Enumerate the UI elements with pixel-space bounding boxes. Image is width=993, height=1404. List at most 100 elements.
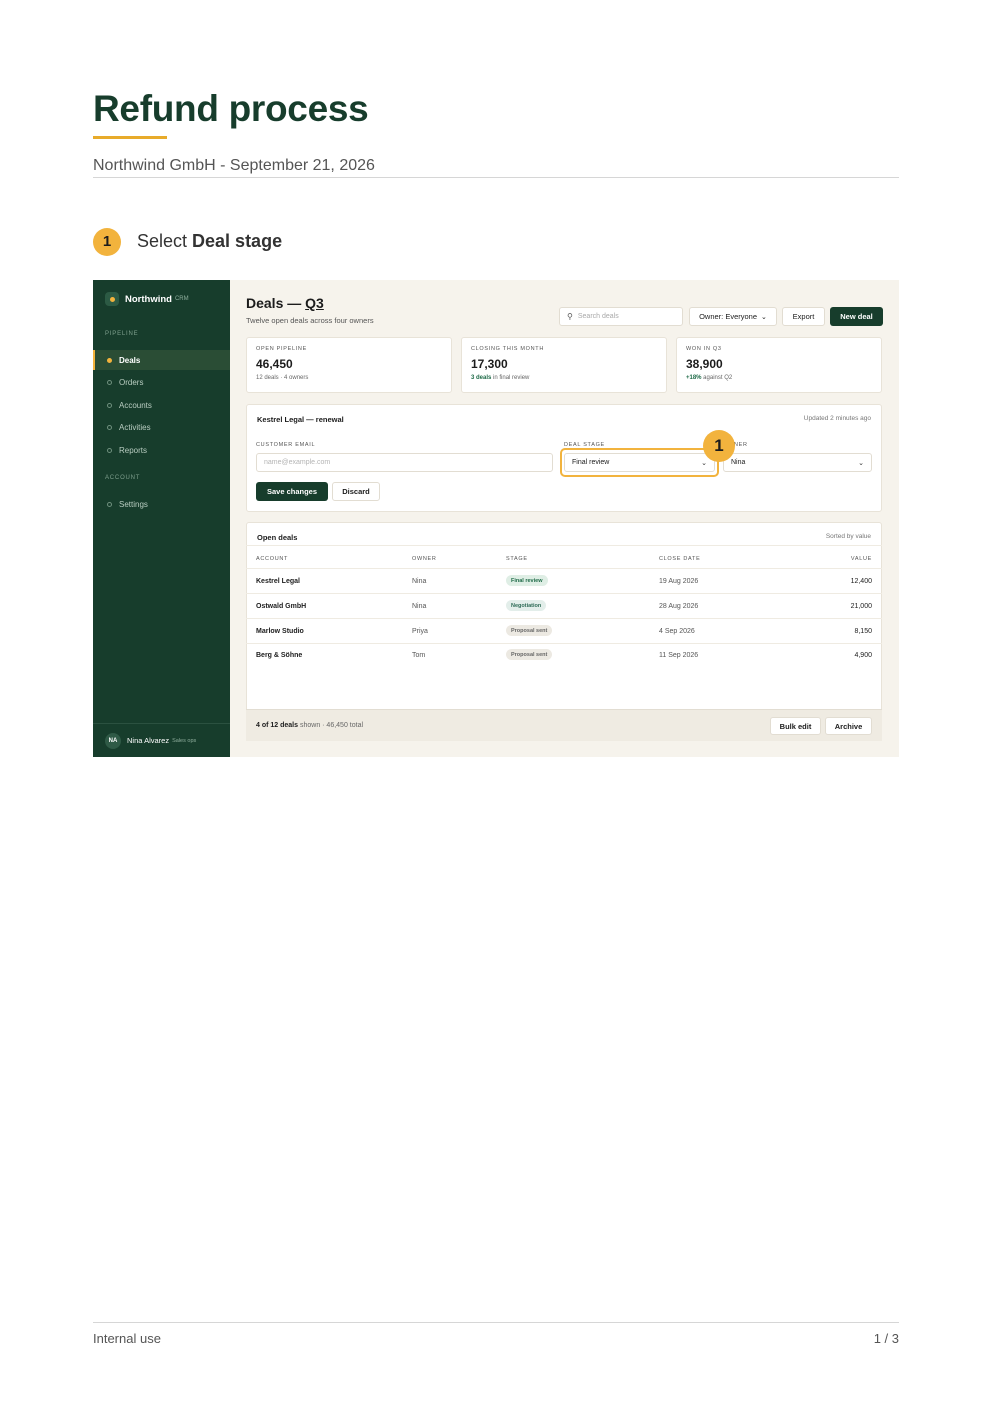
page-title-prefix: Deals — <box>246 295 306 311</box>
stat-note: 12 deals · 4 owners <box>256 375 309 381</box>
stat-label: WON IN Q3 <box>686 346 722 352</box>
table-divider <box>246 545 882 546</box>
sidebar-item-label: Orders <box>119 377 144 387</box>
cell-account: Ostwald GmbH <box>256 603 307 610</box>
subtitle-divider <box>93 177 899 178</box>
chevron-down-icon: ⌄ <box>858 460 864 467</box>
sidebar-item-accounts[interactable]: Accounts <box>93 395 230 415</box>
cell-owner: Nina <box>412 578 427 585</box>
export-button[interactable]: Export <box>782 307 825 326</box>
step-instruction-prefix: Select <box>137 231 193 251</box>
cell-account: Marlow Studio <box>256 628 304 635</box>
cell-owner: Nina <box>412 603 427 610</box>
step-number-badge: 1 <box>93 227 121 256</box>
customer-email-field[interactable]: name@example.com <box>256 453 553 472</box>
sidebar-section-account: ACCOUNT <box>105 475 141 481</box>
cell-value: 21,000 <box>850 603 872 610</box>
stage-badge: Final review <box>506 575 548 586</box>
search-input[interactable]: ⚲ Search deals <box>559 307 683 326</box>
stat-note: +18% against Q2 <box>686 375 872 381</box>
owner-select[interactable]: Nina ⌄ <box>723 453 872 472</box>
stat-won-in-q3: WON IN Q3 38,900 +18% against Q2 <box>676 337 882 393</box>
table-row[interactable]: Ostwald GmbH Nina Negotiation 28 Aug 202… <box>246 594 882 619</box>
save-changes-button[interactable]: Save changes <box>256 482 328 501</box>
stat-label: CLOSING THIS MONTH <box>471 346 545 352</box>
new-deal-button[interactable]: New deal <box>830 307 883 326</box>
avatar: NA <box>105 732 121 749</box>
sidebar: Northwind CRM PIPELINE Deals Orders Acco… <box>93 280 230 757</box>
nav-dot-icon <box>107 402 112 408</box>
cell-owner: Tom <box>412 652 426 659</box>
cell-account: Kestrel Legal <box>256 578 300 585</box>
nav-dot-icon <box>107 357 112 363</box>
document-title: Refund process <box>93 88 369 129</box>
archive-button[interactable]: Archive <box>825 717 872 735</box>
cell-close-date: 19 Aug 2026 <box>659 578 699 585</box>
brand-logo-icon <box>105 292 119 306</box>
stat-value: 38,900 <box>686 357 723 371</box>
table-row[interactable]: Kestrel Legal Nina Final review 19 Aug 2… <box>246 569 882 594</box>
stage-badge: Negotiation <box>506 600 547 611</box>
sidebar-item-orders[interactable]: Orders <box>93 372 230 392</box>
footer-divider <box>93 1322 899 1323</box>
page-number: 1 / 3 <box>873 1331 899 1346</box>
stat-value: 17,300 <box>471 357 508 371</box>
chevron-down-icon: ⌄ <box>761 313 767 321</box>
brand-tag: CRM <box>174 296 189 302</box>
brand: Northwind CRM <box>105 292 189 306</box>
page-title: Deals — Q3 <box>246 295 324 311</box>
owner-label: NER <box>734 442 748 448</box>
table-summary: 4 of 12 deals shown · 46,450 total <box>256 722 363 729</box>
step-instruction-target: Deal stage <box>192 231 283 251</box>
nav-dot-icon <box>107 447 112 453</box>
user-role: Sales ops <box>172 737 197 744</box>
stage-badge: Proposal sent <box>506 649 553 660</box>
sidebar-item-settings[interactable]: Settings <box>93 494 230 514</box>
sidebar-item-label: Deals <box>119 355 141 365</box>
footer-classification: Internal use <box>93 1331 161 1346</box>
nav-dot-icon <box>107 501 112 507</box>
step-marker: 1 <box>703 430 735 462</box>
table-row[interactable]: Berg & Söhne Tom Proposal sent 11 Sep 20… <box>246 643 882 668</box>
open-deals-title: Open deals <box>257 533 298 542</box>
discard-button[interactable]: Discard <box>332 482 380 501</box>
step-instruction: Select Deal stage <box>137 231 282 252</box>
title-underline <box>93 136 167 139</box>
sidebar-item-label: Reports <box>119 445 148 455</box>
nav-dot-icon <box>107 424 112 430</box>
sidebar-item-deals[interactable]: Deals <box>93 350 230 370</box>
deal-stage-highlight <box>560 448 719 477</box>
owner-filter-dropdown[interactable]: Owner: Everyone ⌄ <box>689 307 777 326</box>
page-title-period: Q3 <box>305 295 324 311</box>
user-profile[interactable]: NA Nina Alvarez Sales ops <box>93 723 230 757</box>
nav-dot-icon <box>107 379 112 385</box>
customer-email-label: CUSTOMER EMAIL <box>256 442 316 448</box>
cell-value: 8,150 <box>854 628 872 635</box>
stat-note-emphasis: 3 deals <box>471 375 492 381</box>
column-header-close-date[interactable]: CLOSE DATE <box>659 556 700 562</box>
sidebar-item-activities[interactable]: Activities <box>93 417 230 437</box>
column-header-stage[interactable]: STAGE <box>506 556 528 562</box>
sidebar-section-pipeline: PIPELINE <box>105 331 139 337</box>
stat-note-text: in final review <box>491 375 530 381</box>
stat-label: OPEN PIPELINE <box>256 346 307 352</box>
cell-value: 12,400 <box>850 578 872 585</box>
document-subtitle: Northwind GmbH - September 21, 2026 <box>93 157 375 174</box>
cell-value: 4,900 <box>854 652 872 659</box>
sidebar-item-reports[interactable]: Reports <box>93 440 230 460</box>
cell-close-date: 11 Sep 2026 <box>659 652 699 659</box>
column-header-value[interactable]: VALUE <box>851 556 872 562</box>
bulk-edit-button[interactable]: Bulk edit <box>770 717 821 735</box>
stat-note-text: against Q2 <box>701 375 733 381</box>
last-updated: Updated 2 minutes ago <box>803 415 871 422</box>
search-placeholder: Search deals <box>577 313 619 320</box>
brand-name: Northwind <box>125 293 172 305</box>
sidebar-item-label: Settings <box>119 499 148 509</box>
stat-note-emphasis: +18% <box>686 375 702 381</box>
sidebar-item-label: Accounts <box>119 400 152 410</box>
stage-badge: Proposal sent <box>506 625 553 636</box>
column-header-owner[interactable]: OWNER <box>412 556 437 562</box>
column-header-account[interactable]: ACCOUNT <box>256 556 288 562</box>
table-row[interactable]: Marlow Studio Priya Proposal sent 4 Sep … <box>246 619 882 644</box>
user-name: Nina Alvarez <box>127 736 170 745</box>
